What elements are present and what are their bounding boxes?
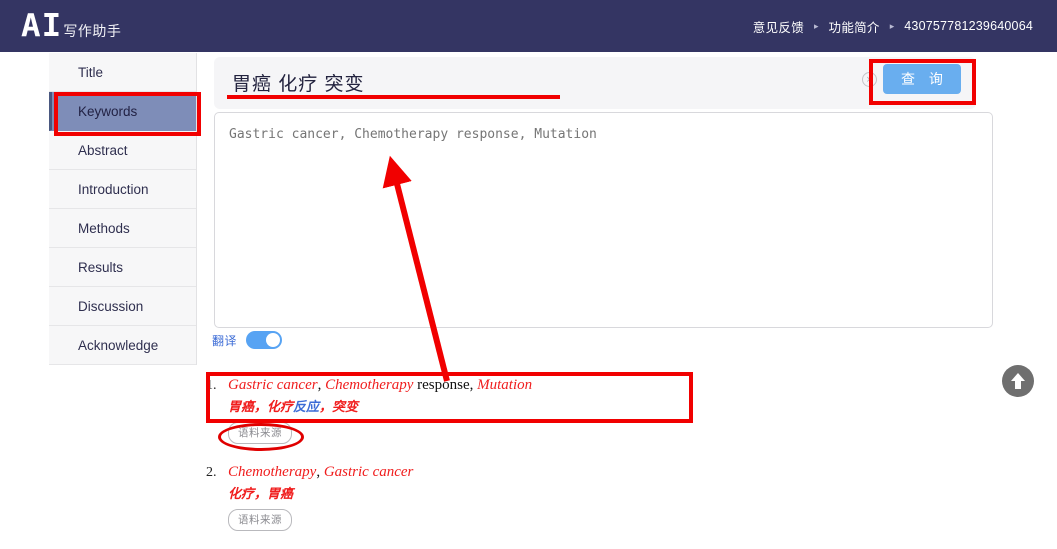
user-id-label[interactable]: 430757781239640064 [904,19,1033,33]
translate-label: 翻译 [212,333,238,348]
clear-icon[interactable]: × [862,72,877,87]
toggle-knob [266,333,281,347]
translate-toggle-row: 翻译 [212,331,283,349]
nav-link-features[interactable]: 功能简介 [829,17,880,36]
query-button[interactable]: 查 询 [883,64,961,94]
sidebar-item-keywords[interactable]: Keywords [49,92,196,131]
app-logo: AI 写作助手 [21,8,122,44]
sidebar-item-abstract[interactable]: Abstract [49,131,196,170]
sidebar: Title Keywords Abstract Introduction Met… [49,53,197,365]
search-input-wrapper [232,71,852,95]
result-index: 2. [206,465,217,480]
translate-toggle[interactable] [246,331,283,349]
result-term: Gastric cancer [323,464,414,480]
result-chinese-line: 化疗，胃癌 [206,483,1006,504]
result-index: 1. [206,378,217,393]
results-list: 1. Gastric cancer, Chemotherapy response,… [206,375,1006,549]
result-item: 1. Gastric cancer, Chemotherapy response,… [206,375,1006,444]
result-term: Chemotherapy [228,464,317,480]
result-cn-highlight: 反应 [293,399,320,414]
corpus-source-button[interactable]: 语料来源 [228,422,292,444]
sidebar-item-results[interactable]: Results [49,248,196,287]
header-nav: 意见反馈 ▸ 功能简介 ▸ 430757781239640064 [753,17,1033,36]
corpus-source-button[interactable]: 语料来源 [228,509,292,531]
nav-link-feedback[interactable]: 意见反馈 [753,17,804,36]
result-english-line: 2. Chemotherapy, Gastric cancer [206,462,1006,483]
search-input[interactable] [232,71,852,94]
keyword-textarea[interactable] [214,112,993,328]
result-separator: , [316,464,324,480]
result-cn-text: 胃癌，化疗 [228,399,294,414]
result-term: Gastric cancer [228,377,318,393]
result-cn-text: ，突变 [319,399,359,414]
sidebar-item-acknowledge[interactable]: Acknowledge [49,326,196,365]
sidebar-item-methods[interactable]: Methods [49,209,196,248]
sidebar-item-title[interactable]: Title [49,53,196,92]
sidebar-item-discussion[interactable]: Discussion [49,287,196,326]
result-cn-text: 化疗，胃癌 [228,486,294,501]
result-item: 2. Chemotherapy, Gastric cancer 化疗，胃癌 语料来… [206,462,1006,531]
result-english-line: 1. Gastric cancer, Chemotherapy response,… [206,375,1006,396]
result-chinese-line: 胃癌，化疗反应，突变 [206,396,1006,417]
main-content: × 查 询 翻译 1. Gastric cancer, Chemotherapy … [196,53,1057,531]
app-header: AI 写作助手 意见反馈 ▸ 功能简介 ▸ 430757781239640064 [0,0,1057,52]
search-bar [214,57,976,109]
brand-mark-text: AI [21,8,63,44]
sidebar-item-introduction[interactable]: Introduction [49,170,196,209]
brand-subtitle-text: 写作助手 [63,23,122,39]
result-separator: , [317,377,326,393]
chevron-right-icon: ▸ [889,20,895,31]
result-term: Mutation [477,377,533,393]
back-to-top-button[interactable] [1002,365,1034,397]
result-plain-text: response, [413,377,478,393]
result-term: Chemotherapy [325,377,414,393]
chevron-right-icon: ▸ [814,20,819,31]
arrow-up-icon [1011,373,1025,389]
